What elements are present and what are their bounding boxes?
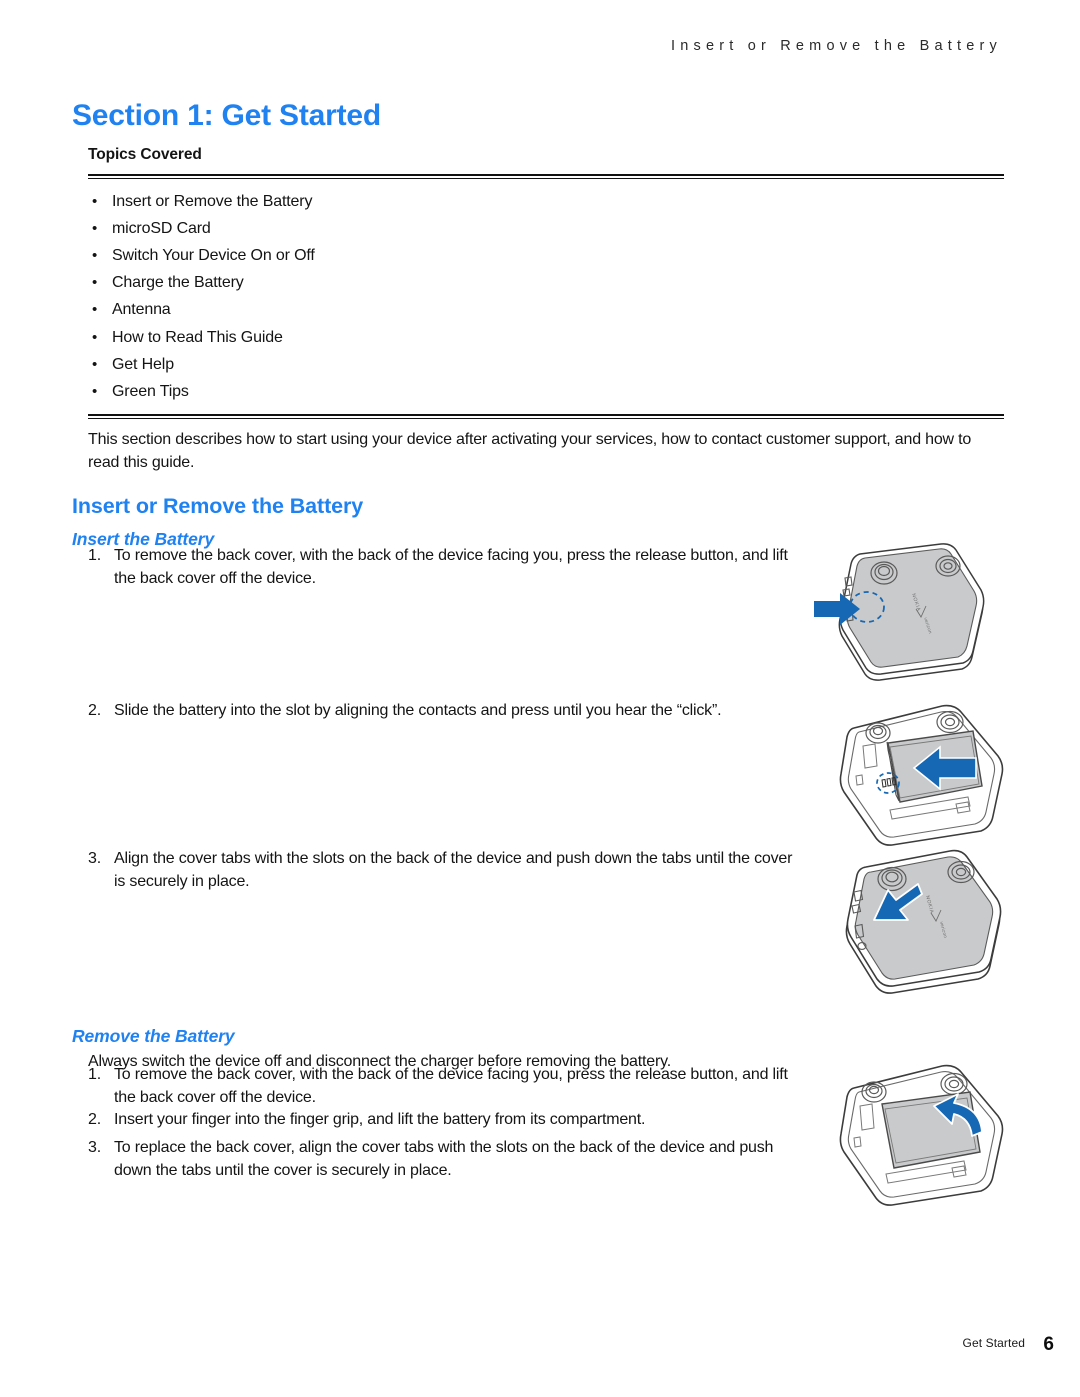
step-text: Insert your finger into the finger grip,… [114, 1111, 646, 1128]
insert-step-3: 3. Align the cover tabs with the slots o… [88, 848, 794, 893]
running-header: Insert or Remove the Battery [671, 38, 1002, 54]
list-item-label: Antenna [112, 301, 171, 319]
topics-covered-block: Topics Covered • Insert or Remove the Ba… [88, 146, 1004, 419]
list-item: • Green Tips [88, 378, 1004, 405]
step-number: 2. [88, 1111, 101, 1128]
list-item-label: Charge the Battery [112, 274, 244, 292]
step-number: 1. [88, 547, 101, 564]
list-item-label: Green Tips [112, 383, 189, 401]
insert-step-2: 2. Slide the battery into the slot by al… [88, 700, 794, 723]
bullet-icon: • [92, 192, 98, 210]
remove-step-1: 1. To remove the back cover, with the ba… [88, 1064, 794, 1109]
topics-rule-bottom [88, 414, 1004, 419]
bullet-icon: • [92, 383, 98, 401]
bullet-icon: • [92, 301, 98, 319]
list-item-label: microSD Card [112, 219, 211, 237]
figure-device-back-cover-release: NOKIA verizon [812, 538, 1002, 690]
step-text: Slide the battery into the slot by align… [114, 702, 722, 719]
list-item: • How to Read This Guide [88, 324, 1004, 351]
list-item-label: How to Read This Guide [112, 328, 283, 346]
step-number: 3. [88, 850, 101, 867]
list-item-label: Switch Your Device On or Off [112, 247, 315, 264]
step-number: 1. [88, 1066, 101, 1083]
page-number: 6 [1043, 1334, 1054, 1355]
topics-list: • Insert or Remove the Battery • microSD… [88, 179, 1004, 415]
figure-battery-slide-in [830, 698, 1020, 850]
list-item-label: Get Help [112, 355, 174, 373]
list-item: • Switch Your Device On or Off [88, 242, 1004, 269]
list-item: • Charge the Battery [88, 269, 1004, 296]
bullet-icon: • [92, 328, 98, 346]
heading-remove-the-battery: Remove the Battery [72, 1025, 235, 1046]
step-text: To remove the back cover, with the back … [114, 1066, 788, 1106]
step-number: 3. [88, 1139, 101, 1156]
remove-step-2: 2. Insert your finger into the finger gr… [88, 1109, 794, 1132]
step-text: To remove the back cover, with the back … [114, 547, 788, 587]
list-item: • Insert or Remove the Battery [88, 188, 1004, 215]
step-text: Align the cover tabs with the slots on t… [114, 850, 793, 890]
list-item: • Antenna [88, 296, 1004, 323]
document-page: Insert or Remove the Battery Section 1: … [0, 0, 1080, 1397]
insert-step-1: 1. To remove the back cover, with the ba… [88, 545, 794, 590]
remove-step-3: 3. To replace the back cover, align the … [88, 1137, 794, 1182]
step-text: To replace the back cover, align the cov… [114, 1139, 774, 1179]
bullet-icon: • [92, 247, 98, 264]
step-number: 2. [88, 702, 101, 719]
list-item-label: Insert or Remove the Battery [112, 192, 313, 210]
topics-covered-heading: Topics Covered [88, 146, 202, 163]
bullet-icon: • [92, 219, 98, 237]
list-item: • microSD Card [88, 215, 1004, 242]
intro-paragraph: This section describes how to start usin… [88, 431, 972, 471]
device-body-icon [838, 543, 985, 681]
list-item: • Get Help [88, 351, 1004, 378]
bullet-icon: • [92, 355, 98, 373]
bullet-icon: • [92, 274, 98, 292]
heading-insert-or-remove-the-battery: Insert or Remove the Battery [72, 493, 364, 518]
page-title: Section 1: Get Started [72, 99, 382, 133]
figure-replace-back-cover: NOKIA verizon [830, 848, 1020, 1000]
figure-lift-battery-out [830, 1058, 1020, 1210]
device-body-icon [845, 849, 1002, 994]
footer-section-label: Get Started [962, 1336, 1025, 1350]
